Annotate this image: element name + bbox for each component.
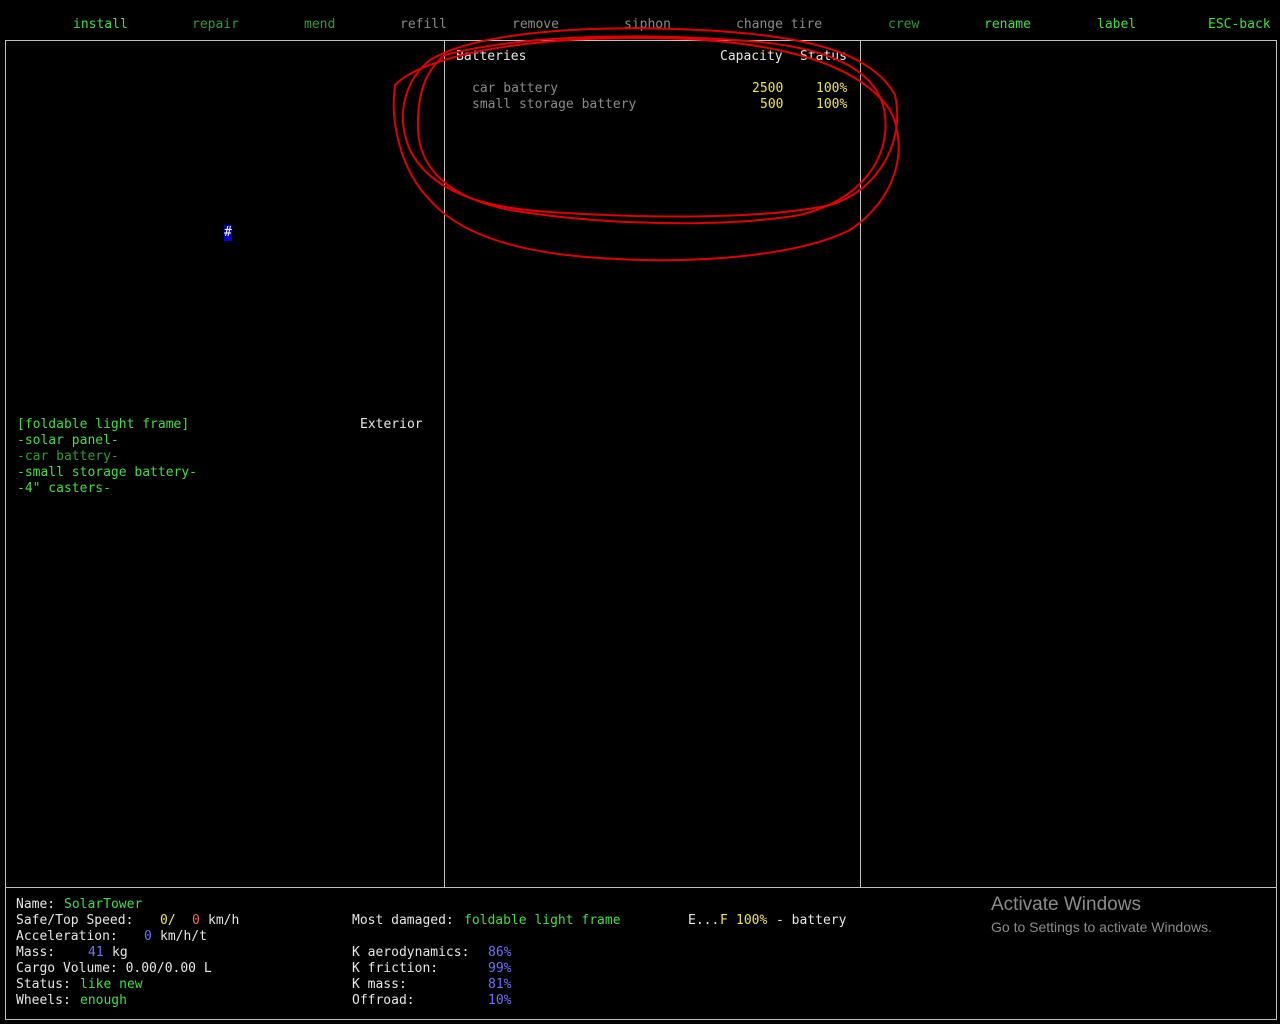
mass-unit: kg — [112, 945, 128, 960]
menu-refill[interactable]: refill — [400, 17, 447, 33]
menu-change-tire[interactable]: change tire — [736, 17, 822, 33]
part-item[interactable]: [foldable light frame] — [17, 417, 189, 433]
status-label: Status: — [16, 977, 79, 992]
status-value: like new — [80, 977, 143, 992]
k-aero-label: K aerodynamics: — [352, 945, 470, 960]
capacity-header: Capacity — [720, 49, 783, 64]
battery-name[interactable]: small storage battery — [472, 97, 636, 113]
fuel-percent: 100% — [736, 913, 768, 928]
k-friction-value: 99% — [488, 961, 512, 976]
batteries-header: Batteries — [456, 49, 527, 64]
offroad-label: Offroad: — [352, 993, 415, 1008]
accel-value: 0 — [144, 929, 152, 944]
battery-capacity: 500 — [760, 97, 784, 112]
activate-windows-subtitle: Go to Settings to activate Windows. — [991, 919, 1212, 935]
speed-top: 0 — [192, 913, 200, 928]
menu-install[interactable]: install — [73, 17, 128, 33]
most-damaged-label: Most damaged: — [352, 913, 462, 928]
mass-value: 41 — [88, 945, 104, 960]
part-item[interactable]: -small storage battery- — [17, 465, 197, 481]
bottom-divider — [5, 887, 1277, 888]
activate-windows-title: Activate Windows — [991, 894, 1141, 915]
k-mass-label: K mass: — [352, 977, 407, 992]
wheels-label: Wheels: — [16, 993, 79, 1008]
speed-safe: 0/ — [160, 913, 176, 928]
k-mass-value: 81% — [488, 977, 512, 992]
right-divider — [860, 40, 861, 888]
wheels-value: enough — [80, 993, 127, 1008]
k-aero-value: 86% — [488, 945, 512, 960]
offroad-value: 10% — [488, 993, 512, 1008]
menu-repair[interactable]: repair — [192, 17, 239, 33]
main-frame — [5, 40, 1277, 1020]
part-item[interactable]: -solar panel- — [17, 433, 119, 449]
speed-unit: km/h — [208, 913, 240, 928]
part-item[interactable]: -4" casters- — [17, 481, 111, 497]
battery-capacity: 2500 — [752, 81, 784, 96]
mass-label: Mass: — [16, 945, 56, 960]
map-cursor: # — [224, 225, 232, 241]
fuel-gauge-f: F — [720, 913, 728, 928]
battery-name[interactable]: car battery — [472, 81, 558, 97]
most-damaged-value: foldable light frame — [464, 913, 621, 928]
menu-remove[interactable]: remove — [512, 17, 559, 33]
name-label: Name: — [16, 897, 63, 912]
fuel-gauge-e: E... — [688, 913, 720, 928]
menu-rename[interactable]: rename — [984, 17, 1031, 33]
parts-location: Exterior — [360, 417, 423, 432]
cargo-volume: Cargo Volume: 0.00/0.00 L — [16, 961, 212, 976]
part-item[interactable]: -car battery- — [17, 449, 119, 465]
accel-label: Acceleration: — [16, 929, 118, 944]
vehicle-name: SolarTower — [64, 897, 143, 912]
menu-esc-back[interactable]: ESC-back — [1208, 17, 1271, 33]
accel-unit: km/h/t — [160, 929, 207, 944]
left-divider — [444, 40, 445, 888]
menu-crew[interactable]: crew — [888, 17, 919, 33]
battery-status: 100% — [816, 81, 848, 96]
battery-status: 100% — [816, 97, 848, 112]
fuel-type: - battery — [776, 913, 847, 928]
menu-siphon[interactable]: siphon — [624, 17, 671, 33]
menu-mend[interactable]: mend — [304, 17, 335, 33]
menu-label[interactable]: label — [1097, 17, 1136, 33]
k-friction-label: K friction: — [352, 961, 439, 976]
speed-label: Safe/Top Speed: — [16, 913, 134, 928]
status-header: Status — [800, 49, 847, 64]
